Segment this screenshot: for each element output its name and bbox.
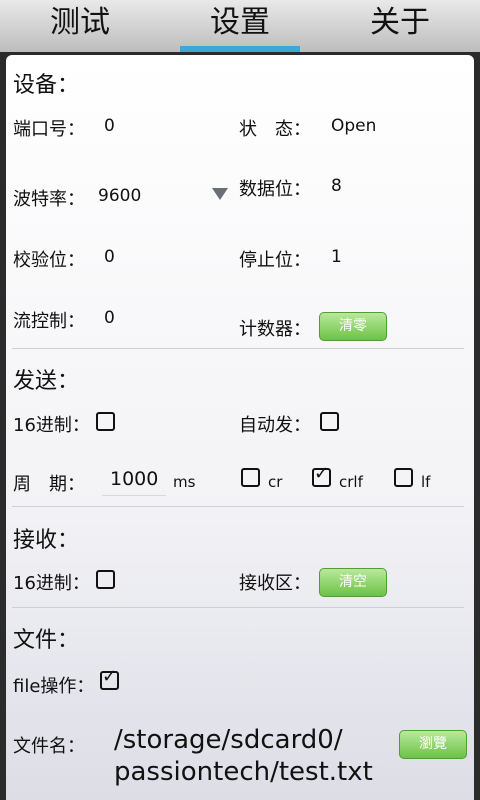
divider xyxy=(12,348,464,349)
send-hex-checkbox[interactable] xyxy=(96,412,115,431)
flow-label: 流控制： xyxy=(13,311,85,332)
receive-hex-label: 16进制： xyxy=(13,573,90,594)
file-op-label: file操作： xyxy=(13,676,95,697)
receive-section-title: 接收： xyxy=(13,528,80,553)
period-input-underline xyxy=(102,495,166,496)
tab-about[interactable]: 关于 xyxy=(320,0,480,48)
browse-button[interactable]: 瀏覽 xyxy=(399,730,467,759)
flow-value[interactable]: 0 xyxy=(104,308,115,328)
tab-test[interactable]: 测试 xyxy=(0,0,160,48)
divider xyxy=(12,607,464,608)
lf-label: lf xyxy=(421,473,431,491)
active-tab-indicator xyxy=(180,46,300,52)
receive-area-label: 接收区： xyxy=(239,573,311,594)
databits-value[interactable]: 8 xyxy=(331,176,342,196)
file-path-line2[interactable]: passiontech/test.txt xyxy=(114,757,373,787)
parity-value[interactable]: 0 xyxy=(104,247,115,267)
port-label: 端口号： xyxy=(13,119,85,140)
divider xyxy=(12,506,464,507)
baud-dropdown-arrow-icon[interactable] xyxy=(212,188,228,200)
file-section-title: 文件： xyxy=(13,628,80,653)
file-path-line1[interactable]: /storage/sdcard0/ xyxy=(114,725,343,755)
stopbits-value[interactable]: 1 xyxy=(331,247,342,267)
cr-label: cr xyxy=(268,473,283,491)
baud-label: 波特率： xyxy=(13,189,85,210)
lf-checkbox[interactable] xyxy=(394,468,413,487)
baud-value[interactable]: 9600 xyxy=(98,186,141,206)
auto-send-label: 自动发： xyxy=(239,415,311,436)
receive-hex-checkbox[interactable] xyxy=(96,570,115,589)
send-hex-label: 16进制： xyxy=(13,415,90,436)
receive-clear-button[interactable]: 清空 xyxy=(319,568,387,597)
file-name-label: 文件名： xyxy=(13,736,85,757)
crlf-check-icon: ✓ xyxy=(314,463,330,484)
cr-checkbox[interactable] xyxy=(241,468,260,487)
status-label: 状 态： xyxy=(239,119,311,140)
port-value[interactable]: 0 xyxy=(104,116,115,136)
settings-panel: 设备： 端口号： 0 状 态： Open 波特率： 9600 数据位： 8 校验… xyxy=(6,55,474,800)
period-input[interactable]: 1000 xyxy=(110,468,158,490)
counter-clear-button[interactable]: 清零 xyxy=(319,312,387,341)
file-op-check-icon: ✓ xyxy=(102,666,118,687)
status-value: Open xyxy=(331,116,377,136)
period-label: 周 期： xyxy=(13,474,85,495)
tab-bar: 测试 设置 关于 xyxy=(0,0,480,52)
counter-label: 计数器： xyxy=(239,319,311,340)
databits-label: 数据位： xyxy=(239,179,311,200)
device-section-title: 设备： xyxy=(13,73,80,98)
auto-send-checkbox[interactable] xyxy=(320,412,339,431)
crlf-label: crlf xyxy=(339,473,363,491)
stopbits-label: 停止位： xyxy=(239,250,311,271)
send-section-title: 发送： xyxy=(13,369,80,394)
tab-settings[interactable]: 设置 xyxy=(160,0,320,48)
period-unit: ms xyxy=(173,473,196,491)
parity-label: 校验位： xyxy=(13,250,85,271)
